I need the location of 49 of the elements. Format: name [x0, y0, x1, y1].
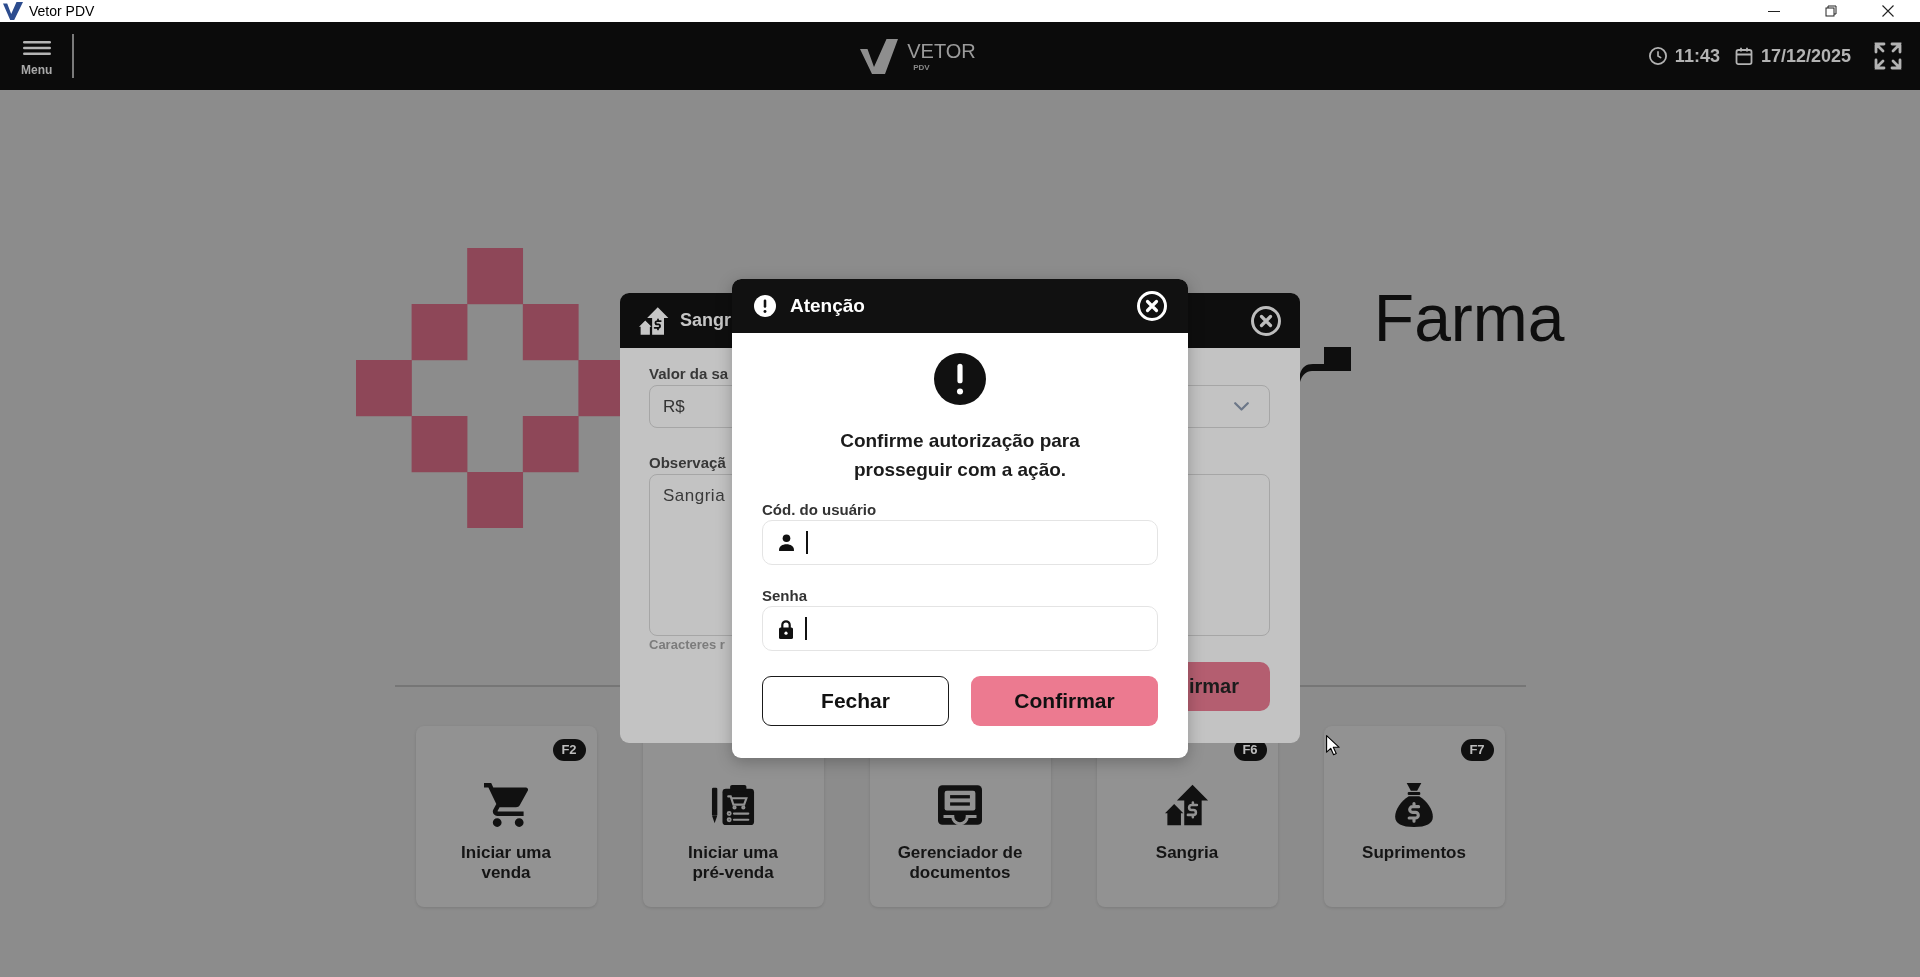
house-dollar-icon	[639, 306, 669, 335]
action-tile[interactable]: F2 Iniciar uma venda	[415, 726, 597, 907]
app-icon	[3, 2, 23, 20]
field-label: Cód. do usuário	[762, 501, 877, 519]
fullscreen-button[interactable]	[1874, 42, 1902, 70]
shortcut-badge: F2	[552, 739, 586, 761]
character-counter: Caracteres r	[649, 637, 725, 653]
clipboard-cart-icon	[711, 783, 755, 827]
logo-fragment-drawing	[1299, 347, 1351, 382]
field-label: Observaçã	[649, 454, 726, 472]
brand-wordmark: Farma	[1373, 285, 1565, 351]
menu-icon	[22, 41, 51, 55]
restore-icon	[1824, 5, 1837, 17]
dialog-message: Confirme autorização para prosseguir com a ação.	[839, 429, 1081, 482]
dialog-title: Sangr	[680, 310, 731, 331]
field-label: Valor da sa	[649, 365, 729, 383]
clock-time: 11:43	[1674, 45, 1720, 67]
brand-name: VETOR	[907, 40, 976, 61]
field-label: Senha	[762, 587, 807, 605]
money-bag-icon	[1392, 783, 1436, 827]
menu-button[interactable]: Menu	[21, 35, 53, 77]
house-dollar-icon	[1165, 783, 1209, 827]
date-text: 17/12/2025	[1760, 45, 1851, 67]
lock-icon	[778, 618, 794, 639]
exclamation-icon	[754, 295, 776, 317]
window-title: Vetor PDV	[29, 3, 95, 19]
action-tile[interactable]: F7 Suprimentos	[1323, 726, 1505, 907]
dialog-title: Atenção	[790, 295, 865, 317]
input-field[interactable]	[762, 606, 1158, 651]
document-tray-icon	[938, 783, 982, 827]
logo-icon	[860, 38, 899, 74]
exclamation-icon	[934, 353, 986, 405]
mouse-pointer-icon	[1326, 735, 1340, 756]
close-button[interactable]	[1251, 305, 1281, 336]
minimize-icon	[1767, 10, 1780, 12]
cart-icon	[484, 783, 528, 827]
person-icon	[778, 534, 795, 551]
input-field[interactable]	[762, 520, 1158, 565]
dismiss-button[interactable]: Fechar	[762, 676, 949, 726]
confirm-button[interactable]: Confirmar	[971, 676, 1158, 726]
close-icon	[1881, 5, 1894, 17]
brand-subtitle: PDV	[913, 62, 930, 72]
shortcut-badge: F7	[1460, 739, 1494, 761]
close-icon	[1137, 291, 1167, 321]
clock-icon	[1648, 47, 1667, 65]
fullscreen-icon	[1874, 42, 1902, 70]
chevron-down-icon	[1234, 402, 1249, 411]
close-icon	[1251, 305, 1281, 336]
calendar-icon	[1734, 47, 1753, 65]
